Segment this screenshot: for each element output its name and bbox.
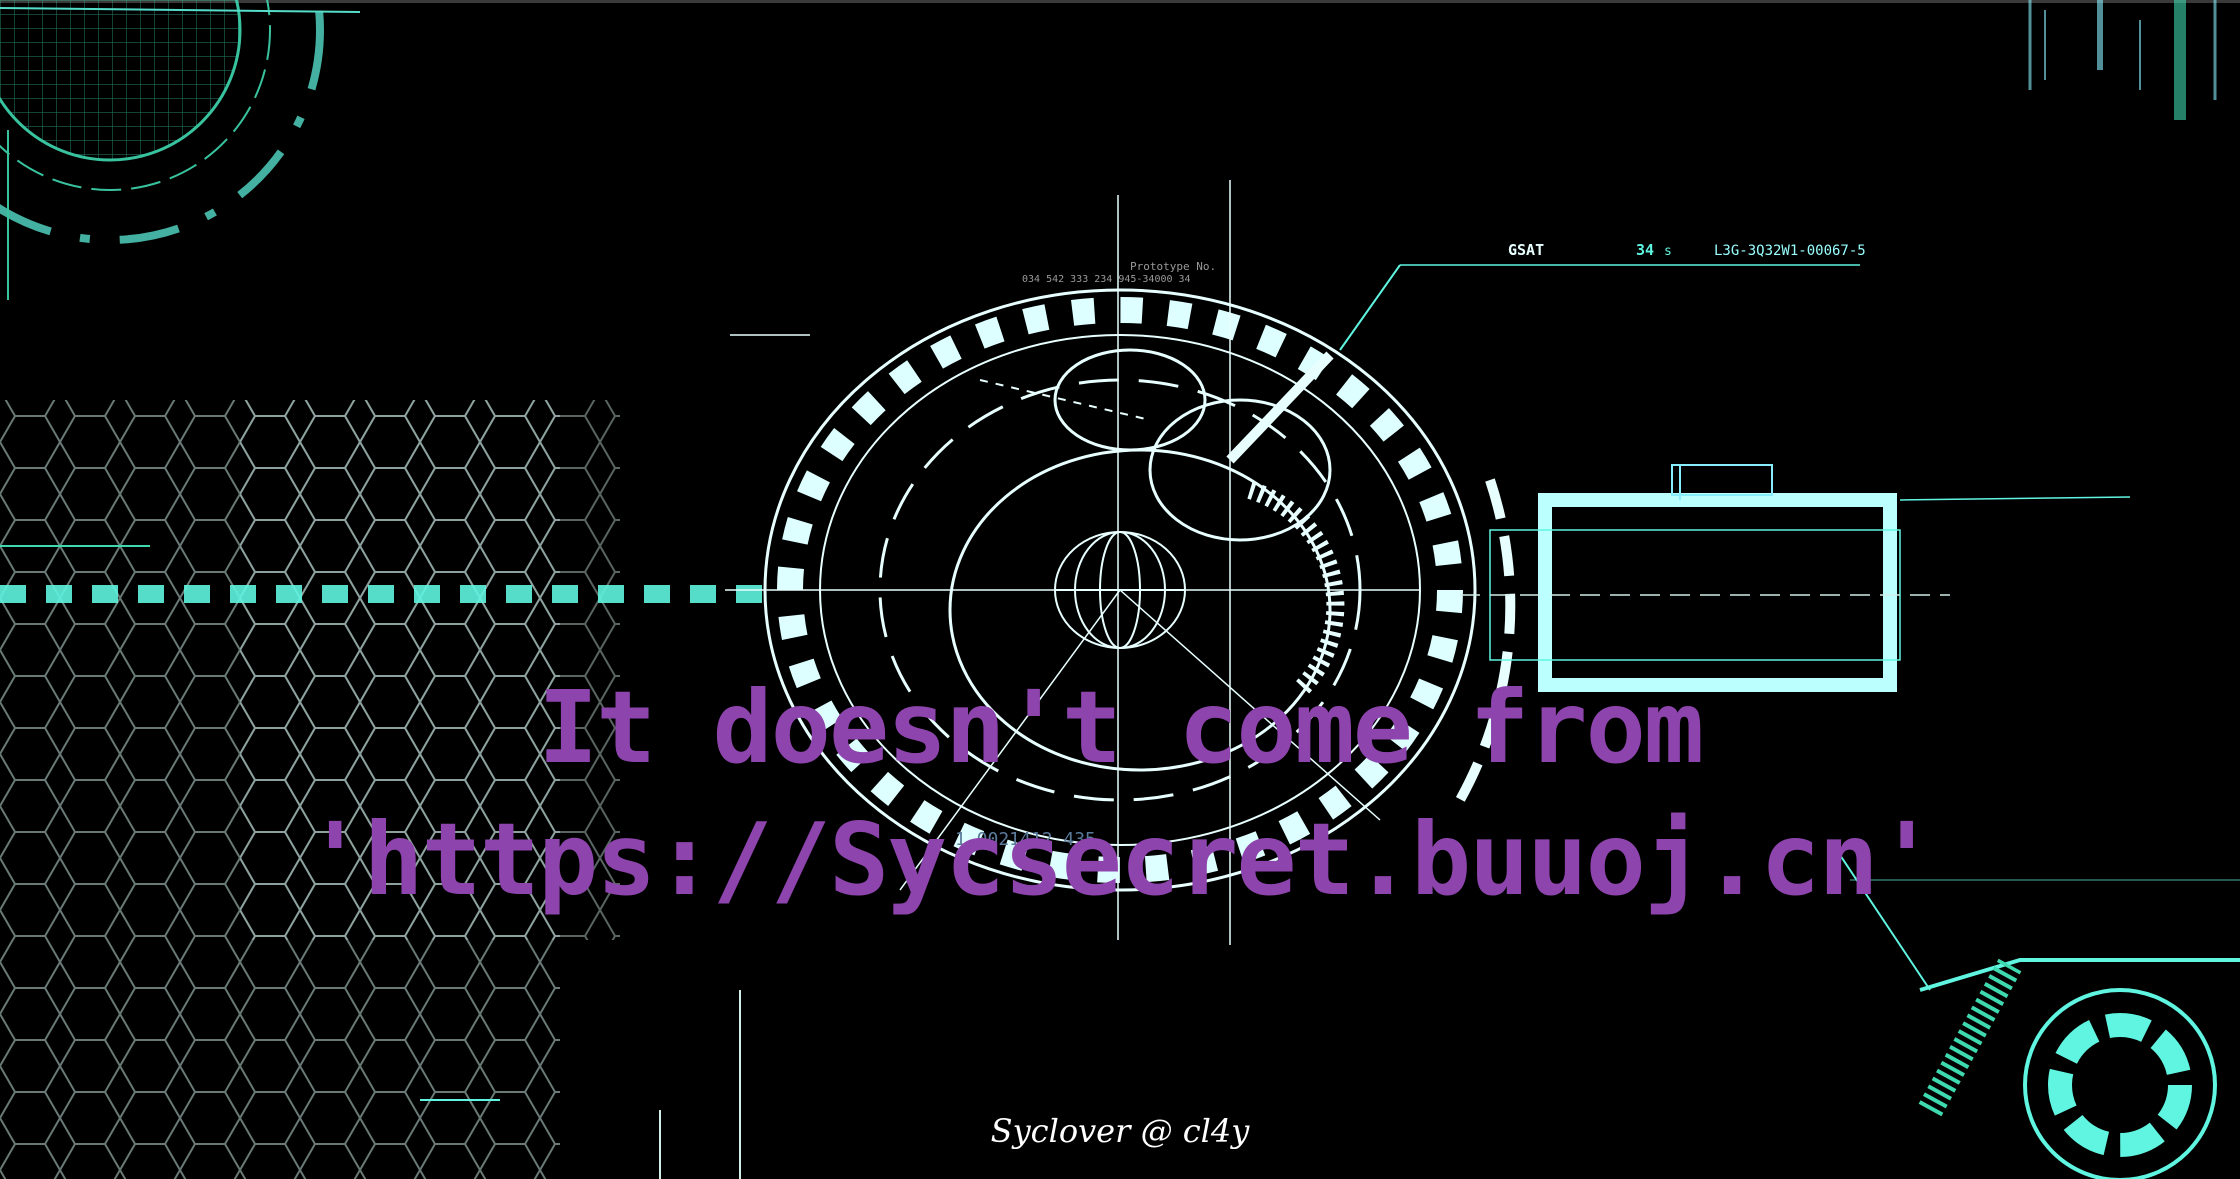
hud-label-gsat: GSAT bbox=[1508, 241, 1544, 259]
hud-label-prototype-digits: 034 542 333 234 945-34000 34 bbox=[1022, 274, 1191, 285]
hud-label-code: L3G-3Q32W1-00067-5 bbox=[1714, 243, 1866, 259]
corner-radar-top-left bbox=[0, 0, 361, 300]
hud-label-gsat-value: 34 bbox=[1636, 241, 1654, 259]
error-message-line-1: It doesn't come from bbox=[537, 669, 1704, 786]
hud-label-gsat-unit: s bbox=[1664, 244, 1672, 259]
hud-label-prototype: Prototype No. bbox=[1130, 260, 1216, 273]
top-right-bars bbox=[2028, 0, 2217, 120]
error-message: It doesn't come from 'https://Sycsecret.… bbox=[0, 662, 2240, 926]
error-message-line-2: 'https://Sycsecret.buuoj.cn' bbox=[305, 801, 1937, 918]
author-signature: Syclover @ cl4y bbox=[990, 1112, 1250, 1150]
hud-background-graphic: GSAT 34 s L3G-3Q32W1-00067-5 Prototype N… bbox=[0, 0, 2240, 1179]
